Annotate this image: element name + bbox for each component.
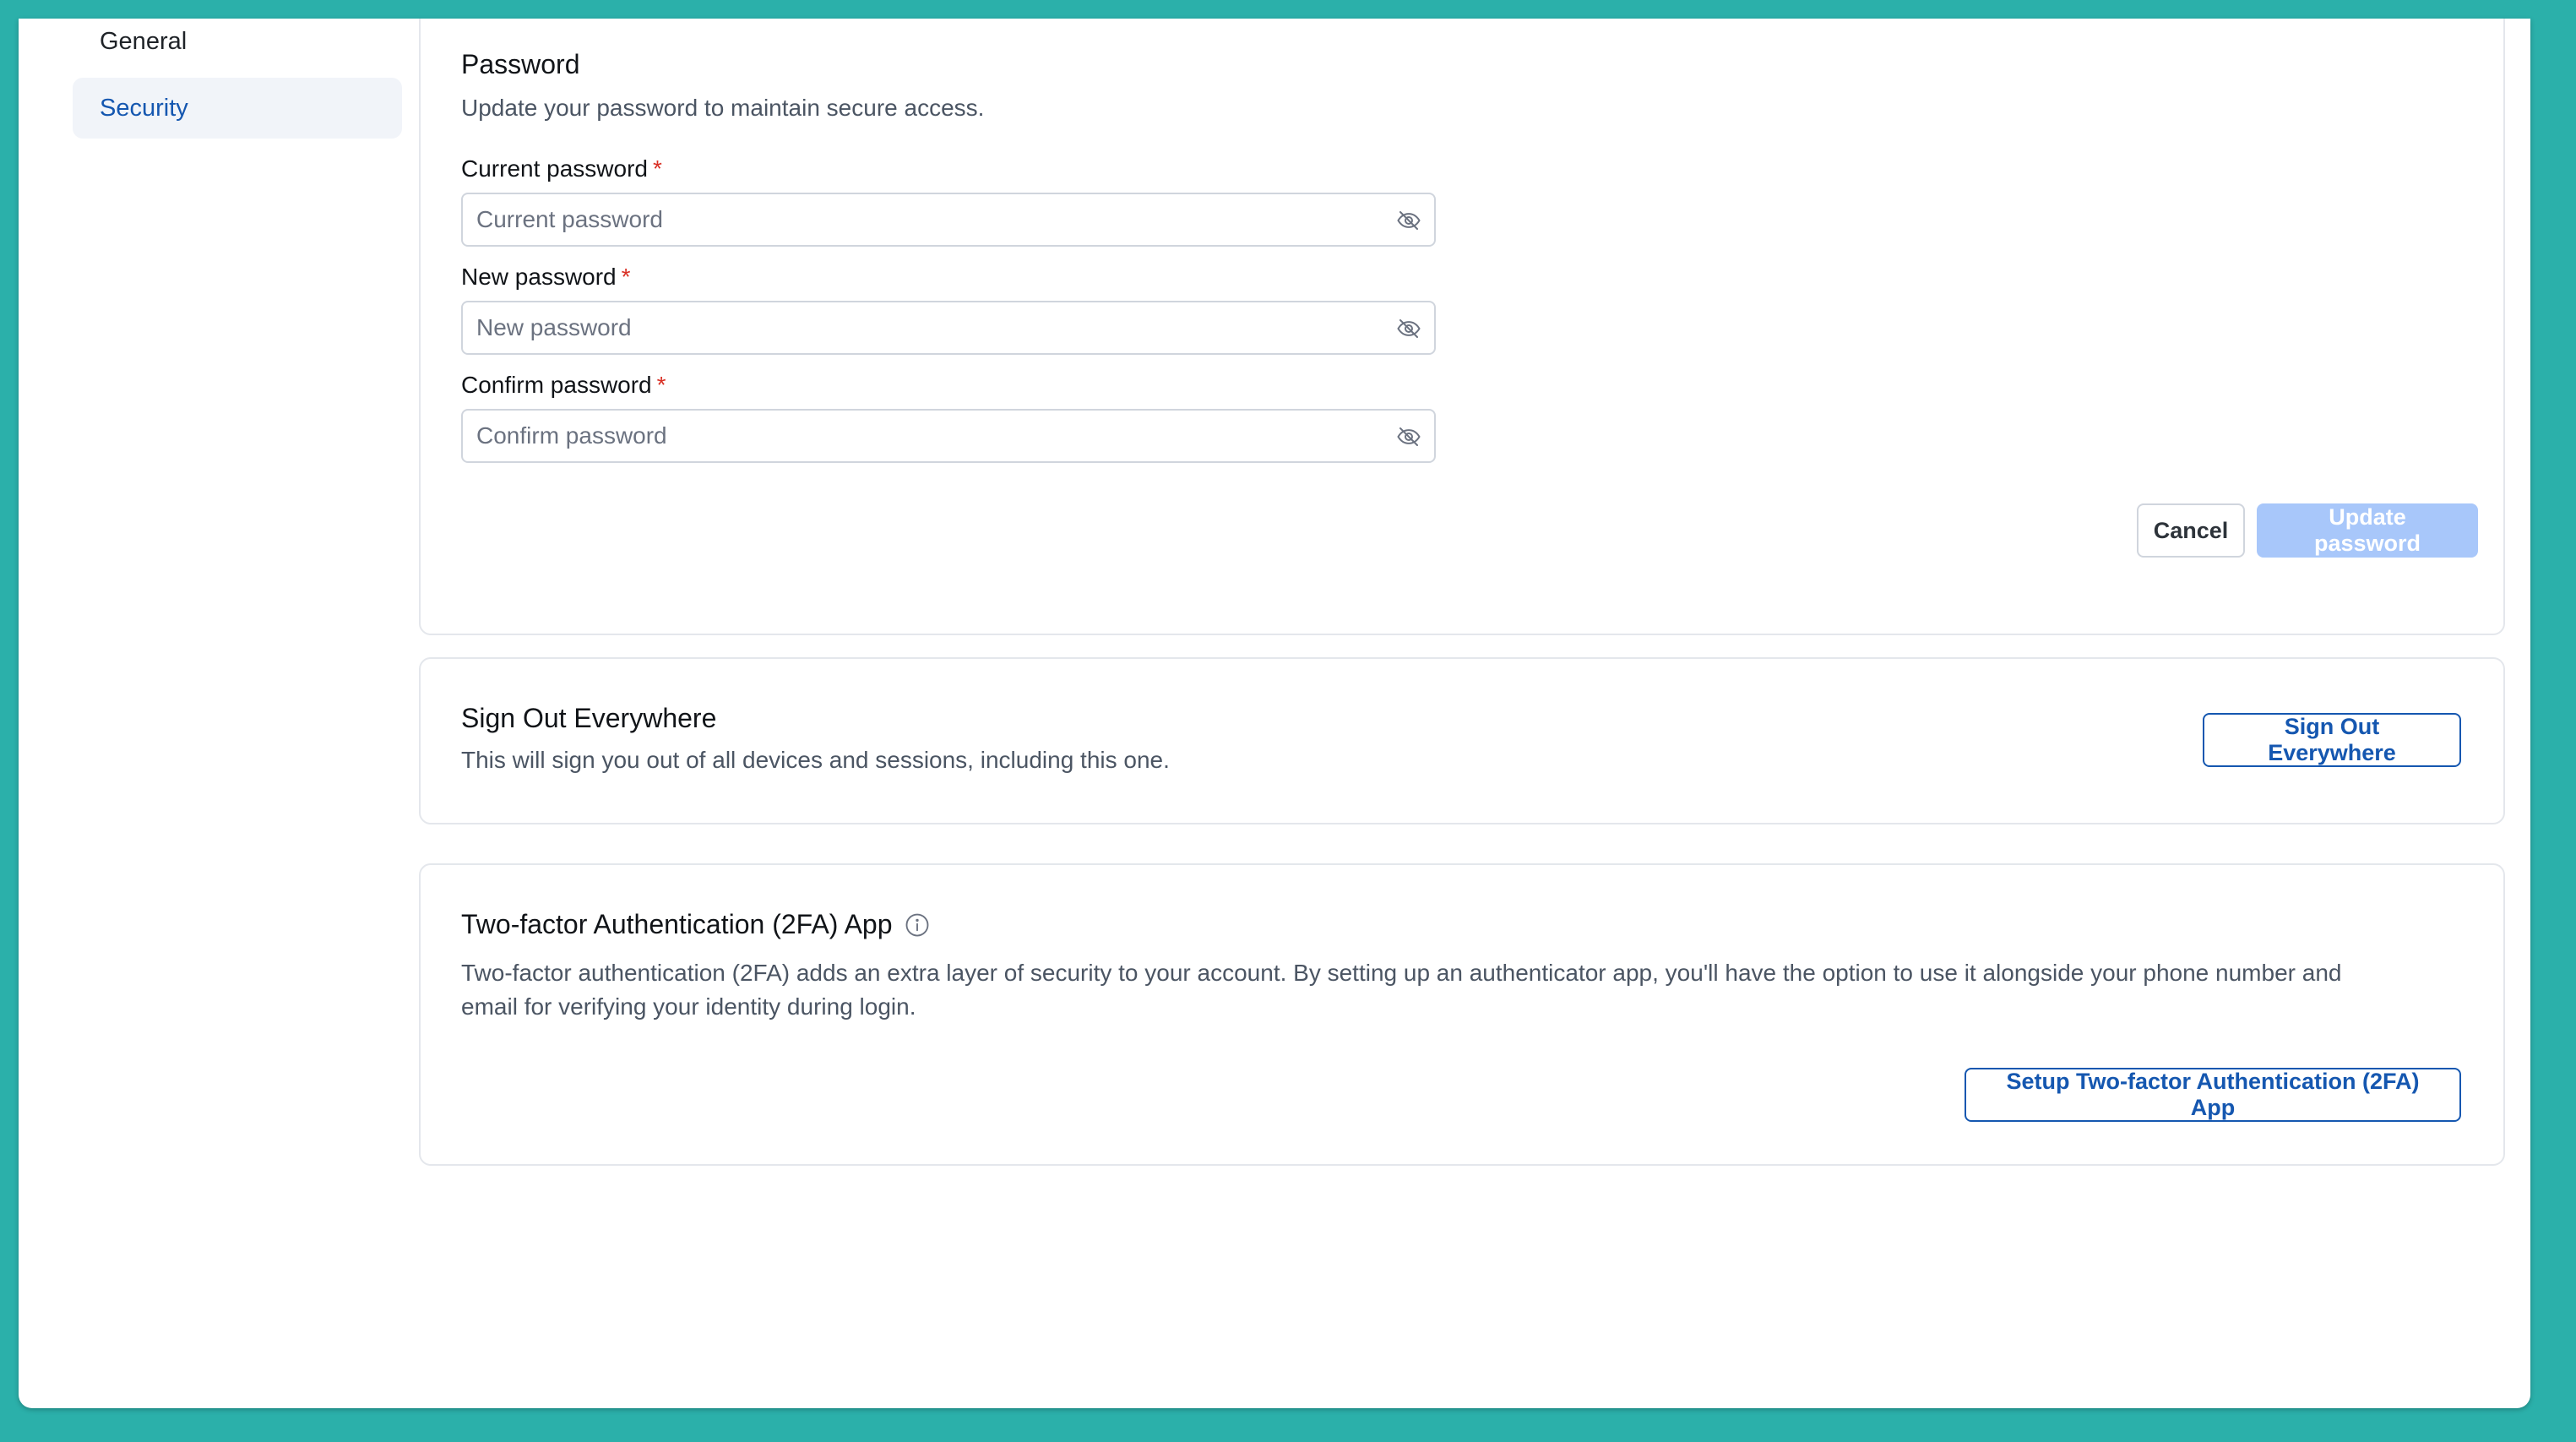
two-factor-description-line: Two-factor authentication (2FA) adds an … bbox=[461, 960, 2342, 986]
eye-off-icon[interactable] bbox=[1395, 316, 1422, 341]
app-window: General Security Password Update your pa… bbox=[19, 19, 2530, 1408]
sidebar-item-label: Security bbox=[100, 94, 188, 122]
required-asterisk: * bbox=[652, 155, 662, 182]
update-password-button[interactable]: Update password bbox=[2257, 503, 2478, 558]
sign-out-card-description: This will sign you out of all devices an… bbox=[461, 747, 1170, 773]
password-card: Password Update your password to maintai… bbox=[419, 19, 2505, 635]
new-password-input[interactable] bbox=[476, 314, 1372, 341]
new-password-label: New password * bbox=[461, 264, 631, 291]
info-icon[interactable] bbox=[905, 912, 930, 938]
confirm-password-label-text: Confirm password bbox=[461, 372, 652, 398]
current-password-input[interactable] bbox=[476, 206, 1372, 233]
confirm-password-label: Confirm password * bbox=[461, 372, 666, 399]
current-password-label: Current password * bbox=[461, 155, 662, 182]
eye-off-icon[interactable] bbox=[1395, 424, 1422, 449]
settings-sidebar: General Security bbox=[73, 19, 402, 145]
two-factor-card: Two-factor Authentication (2FA) App Two-… bbox=[419, 863, 2505, 1166]
new-password-label-text: New password bbox=[461, 264, 617, 290]
cancel-button[interactable]: Cancel bbox=[2137, 503, 2245, 558]
two-factor-title-text: Two-factor Authentication (2FA) App bbox=[461, 909, 893, 939]
two-factor-card-title: Two-factor Authentication (2FA) App bbox=[461, 909, 930, 940]
sign-out-everywhere-button[interactable]: Sign Out Everywhere bbox=[2203, 713, 2461, 767]
confirm-password-input[interactable] bbox=[476, 422, 1372, 449]
required-asterisk: * bbox=[656, 372, 666, 398]
sidebar-item-general[interactable]: General bbox=[73, 19, 402, 71]
required-asterisk: * bbox=[621, 264, 631, 290]
sidebar-item-label: General bbox=[100, 27, 187, 55]
eye-off-icon[interactable] bbox=[1395, 208, 1422, 233]
setup-two-factor-button[interactable]: Setup Two-factor Authentication (2FA) Ap… bbox=[1965, 1068, 2461, 1122]
password-card-description: Update your password to maintain secure … bbox=[461, 95, 985, 121]
new-password-field[interactable] bbox=[461, 301, 1436, 355]
confirm-password-field[interactable] bbox=[461, 409, 1436, 463]
password-title-text: Password bbox=[461, 49, 580, 79]
two-factor-card-description: Two-factor authentication (2FA) adds an … bbox=[461, 956, 2480, 1024]
sign-out-card: Sign Out Everywhere This will sign you o… bbox=[419, 657, 2505, 824]
password-card-title: Password bbox=[461, 49, 580, 80]
sidebar-item-security[interactable]: Security bbox=[73, 78, 402, 139]
sign-out-title-text: Sign Out Everywhere bbox=[461, 703, 717, 733]
current-password-field[interactable] bbox=[461, 193, 1436, 247]
current-password-label-text: Current password bbox=[461, 155, 648, 182]
sign-out-card-title: Sign Out Everywhere bbox=[461, 703, 716, 734]
two-factor-description-line: email for verifying your identity during… bbox=[461, 993, 916, 1020]
